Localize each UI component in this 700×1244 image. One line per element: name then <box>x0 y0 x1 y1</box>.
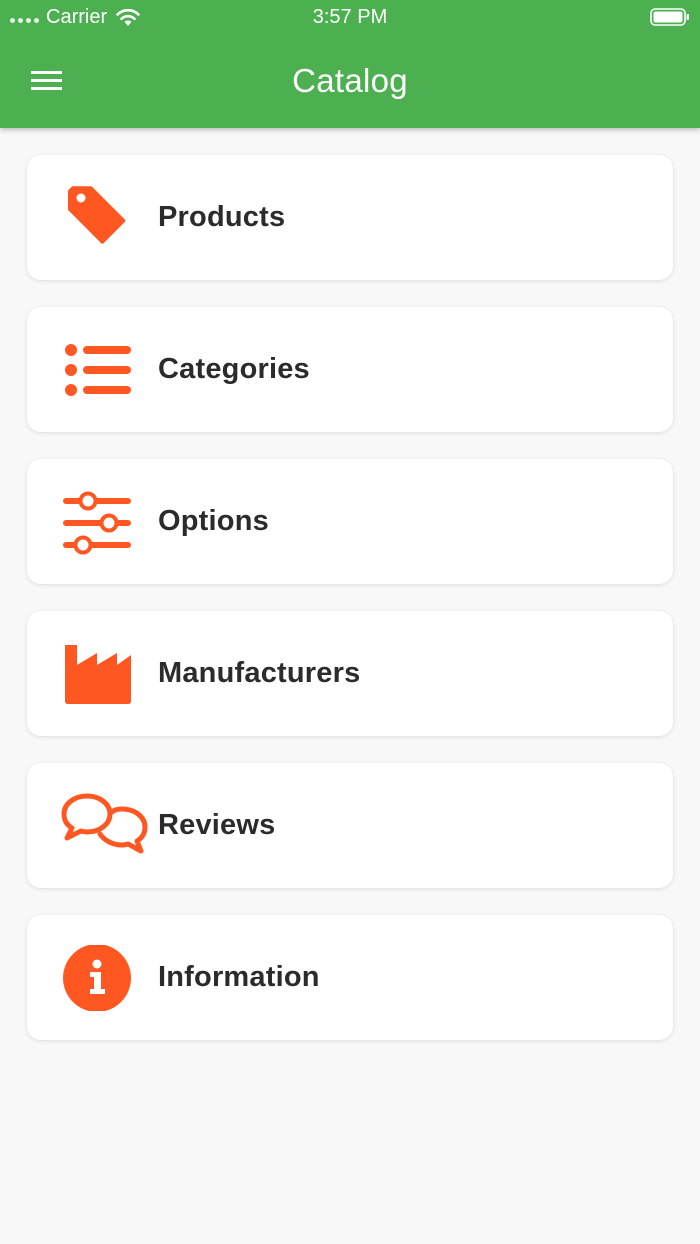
chat-bubbles-icon <box>61 793 148 854</box>
status-bar: Carrier 3:57 PM <box>0 0 700 36</box>
catalog-menu-list: Products Categories Options Manufacturer… <box>27 155 673 1067</box>
factory-icon <box>65 645 131 704</box>
menu-item-label: Information <box>158 961 320 993</box>
menu-item-products[interactable]: Products <box>27 155 673 280</box>
status-time: 3:57 PM <box>312 6 388 28</box>
list-icon <box>65 344 131 396</box>
info-circle-icon <box>63 945 131 1011</box>
menu-item-categories[interactable]: Categories <box>27 307 673 432</box>
menu-item-label: Manufacturers <box>158 657 361 689</box>
menu-item-label: Reviews <box>158 809 276 841</box>
menu-item-options[interactable]: Options <box>27 459 673 584</box>
menu-item-label: Options <box>158 505 269 537</box>
page-title: Catalog <box>292 62 408 99</box>
battery-icon <box>650 8 689 26</box>
menu-item-label: Products <box>158 201 286 233</box>
tag-icon <box>67 186 126 244</box>
menu-item-reviews[interactable]: Reviews <box>27 763 673 888</box>
menu-item-manufacturers[interactable]: Manufacturers <box>27 611 673 736</box>
sliders-icon <box>63 491 131 555</box>
menu-item-label: Categories <box>158 353 310 385</box>
app-bar: Carrier 3:57 PM Catalog <box>0 0 700 128</box>
menu-item-information[interactable]: Information <box>27 915 673 1040</box>
